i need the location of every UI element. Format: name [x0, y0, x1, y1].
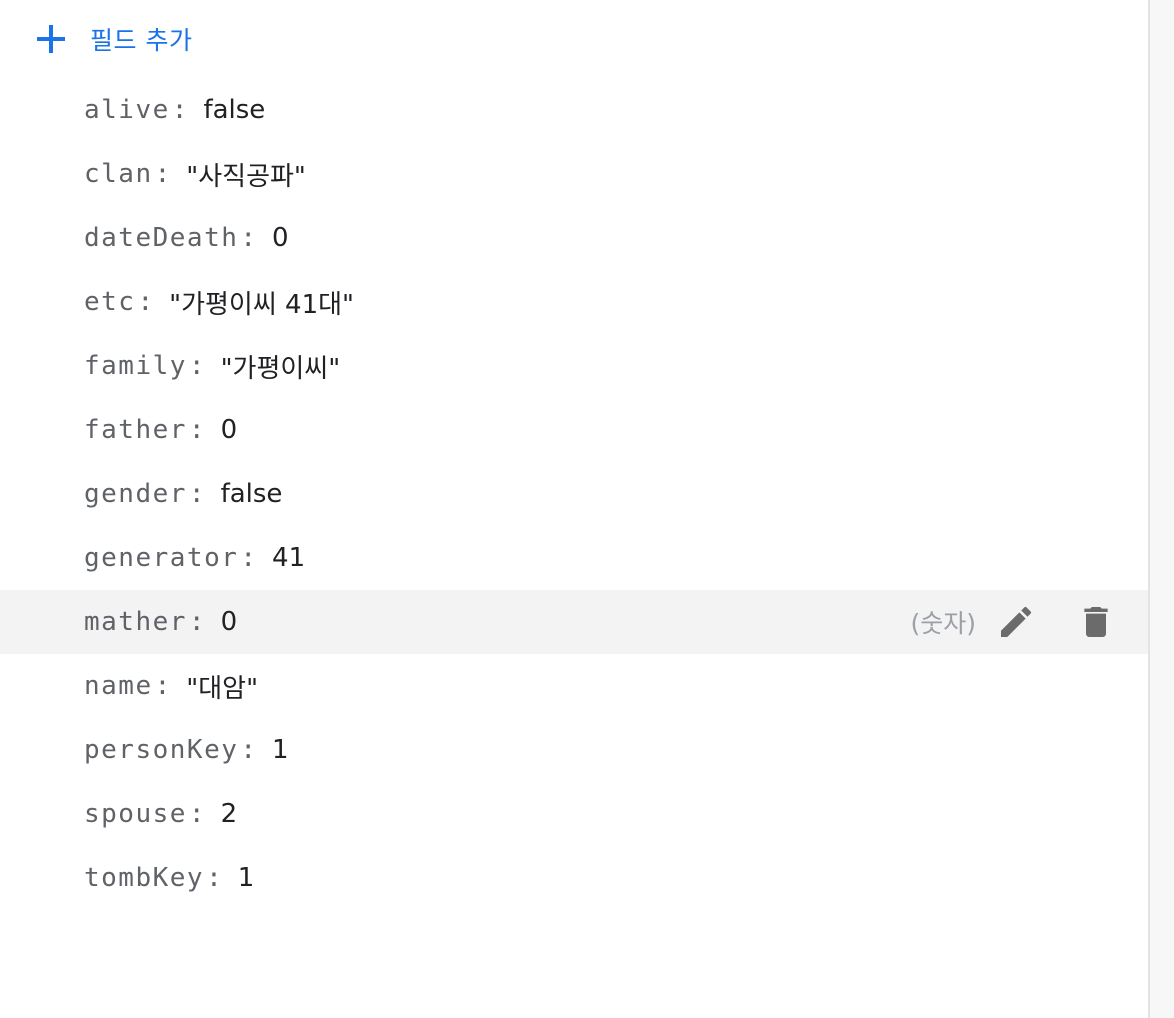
document-fields-panel: 필드 추가 alive: false clan: "사직공파" dateDeat…: [0, 0, 1148, 1018]
trash-icon: [1084, 607, 1108, 637]
field-row-etc[interactable]: etc: "가평이씨 41대": [0, 270, 1148, 334]
field-value: false: [203, 95, 266, 125]
field-row-name[interactable]: name: "대암": [0, 654, 1148, 718]
field-colon: :: [188, 415, 205, 445]
field-colon: :: [154, 671, 171, 701]
field-row-personKey[interactable]: personKey: 1: [0, 718, 1148, 782]
field-row-dateDeath[interactable]: dateDeath: 0: [0, 206, 1148, 270]
field-row-tombKey[interactable]: tombKey: 1: [0, 846, 1148, 910]
field-row-gender[interactable]: gender: false: [0, 462, 1148, 526]
field-row-clan[interactable]: clan: "사직공파": [0, 142, 1148, 206]
row-actions: (숫자): [910, 590, 1118, 654]
field-value: "사직공파": [186, 161, 306, 192]
field-colon: :: [188, 351, 205, 381]
field-key: generator: [84, 543, 239, 573]
field-colon: :: [171, 95, 188, 125]
field-value: "대암": [186, 673, 259, 704]
field-colon: :: [154, 159, 171, 189]
field-colon: :: [240, 223, 257, 253]
field-row-mather[interactable]: mather: 0 (숫자): [0, 590, 1148, 654]
field-type-hint: (숫자): [910, 609, 976, 638]
edit-field-button[interactable]: [994, 600, 1038, 644]
field-row-family[interactable]: family: "가평이씨": [0, 334, 1148, 398]
field-row-spouse[interactable]: spouse: 2: [0, 782, 1148, 846]
add-field-label: 필드 추가: [90, 26, 193, 55]
field-key: alive: [84, 95, 170, 125]
field-value: "가평이씨": [220, 353, 341, 384]
field-value: 1: [237, 863, 255, 893]
field-colon: :: [206, 863, 222, 893]
field-key: mather: [84, 607, 187, 637]
add-field-button[interactable]: 필드 추가: [34, 14, 192, 64]
field-value: 0: [272, 223, 289, 253]
field-key: tombKey: [84, 863, 205, 893]
field-key: gender: [84, 479, 187, 509]
field-key: family: [84, 351, 187, 381]
pencil-icon: [1001, 606, 1032, 637]
field-row-alive[interactable]: alive: false: [0, 78, 1148, 142]
field-value: "가평이씨 41대": [169, 289, 354, 320]
field-key: spouse: [84, 799, 187, 829]
field-value: 41: [272, 543, 306, 573]
field-key: name: [84, 671, 153, 701]
field-value: false: [220, 479, 283, 509]
field-key: clan: [84, 159, 153, 189]
field-value: 0: [220, 415, 238, 445]
field-value: 2: [220, 799, 238, 829]
field-colon: :: [188, 607, 205, 637]
field-key: personKey: [84, 735, 239, 765]
field-colon: :: [137, 287, 154, 317]
field-row-father[interactable]: father: 0: [0, 398, 1148, 462]
field-value: 1: [272, 735, 289, 765]
field-list: alive: false clan: "사직공파" dateDeath: 0 e…: [0, 78, 1148, 910]
field-key: dateDeath: [84, 223, 239, 253]
field-key: etc: [84, 287, 136, 317]
field-row-generator[interactable]: generator: 41: [0, 526, 1148, 590]
field-colon: :: [240, 735, 257, 765]
field-key: father: [84, 415, 187, 445]
field-colon: :: [188, 479, 205, 509]
field-colon: :: [240, 543, 257, 573]
plus-icon: [34, 22, 68, 56]
field-colon: :: [188, 799, 205, 829]
field-value: 0: [220, 607, 238, 637]
delete-field-button[interactable]: [1074, 600, 1118, 644]
panel-divider: [1148, 0, 1174, 1018]
